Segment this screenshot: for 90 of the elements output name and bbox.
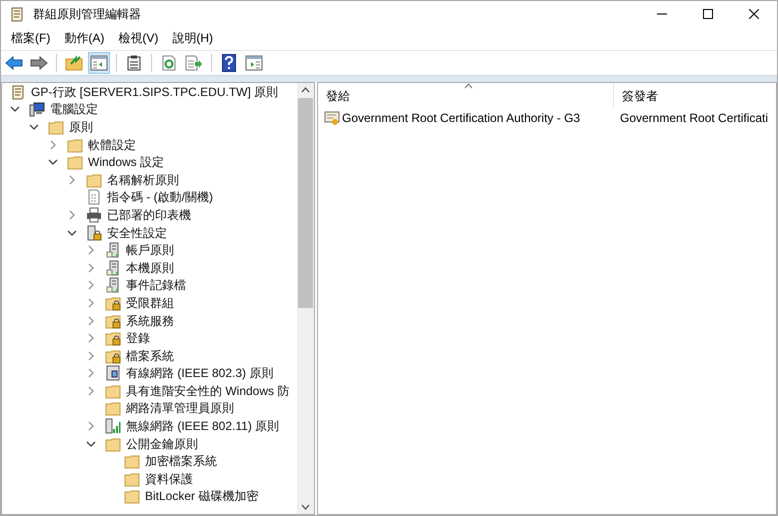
tree-item[interactable]: Windows 設定 (88, 153, 164, 172)
server-lock-icon (86, 224, 102, 241)
menu-item[interactable]: 動作(A) (57, 29, 112, 47)
printer-icon (86, 206, 102, 223)
clipboard-icon (127, 55, 141, 71)
scrollbar[interactable] (297, 83, 314, 514)
column-header[interactable]: 發給 (318, 83, 614, 107)
expand-chevron-icon[interactable] (67, 174, 77, 185)
tree-item[interactable]: GP-行政 [SERVER1.SIPS.TPC.EDU.TW] 原則 (31, 83, 278, 101)
collapse-chevron-icon[interactable] (48, 157, 58, 168)
expand-chevron-icon[interactable] (86, 316, 96, 326)
tree-item[interactable]: 有線網路 (IEEE 802.3) 原則 (126, 364, 274, 382)
expand-chevron-icon[interactable] (86, 368, 96, 378)
collapse-chevron-icon[interactable] (86, 438, 96, 449)
column-header[interactable]: 簽發者 (614, 83, 776, 107)
certificate-icon (324, 110, 340, 126)
tree-item[interactable]: 名稱解析原則 (107, 170, 179, 189)
locked-folder-icon (105, 294, 121, 311)
expand-chevron-icon[interactable] (86, 298, 96, 308)
menu-item[interactable]: 檢視(V) (111, 29, 166, 47)
toolbar-button[interactable] (88, 52, 110, 74)
scroll-icon (10, 84, 26, 100)
tree-item[interactable]: 系統服務 (126, 312, 174, 330)
tree-item[interactable]: 指令碼 - (啟動/關機) (107, 188, 213, 206)
table-cell-text: Government Root Certificati (620, 110, 768, 127)
expand-chevron-icon[interactable] (48, 140, 58, 150)
folder-icon (124, 453, 140, 470)
help-icon (222, 54, 236, 72)
refresh-icon (161, 55, 177, 71)
tree-item[interactable]: 安全性設定 (107, 224, 167, 242)
tree-item[interactable]: 已部署的印表機 (107, 206, 191, 224)
expand-chevron-icon[interactable] (86, 350, 96, 361)
maximize-icon (703, 9, 713, 19)
folder-icon (67, 154, 83, 170)
close-icon (749, 9, 759, 19)
expand-chevron-icon[interactable] (86, 386, 96, 396)
menu-item[interactable]: 檔案(F) (4, 29, 58, 47)
expand-chevron-icon[interactable] (86, 421, 96, 432)
signal-bars-icon (105, 418, 121, 434)
collapse-chevron-icon[interactable] (10, 104, 20, 114)
menu-item[interactable]: 說明(H) (165, 29, 220, 47)
tree-item[interactable]: 具有進階安全性的 Windows 防 (126, 382, 290, 400)
tree-item[interactable]: 軟體設定 (88, 136, 136, 154)
tree-item[interactable]: 帳戶原則 (126, 241, 174, 260)
expand-chevron-icon[interactable] (86, 280, 96, 290)
server-icon (105, 260, 121, 276)
locked-folder-icon (105, 312, 121, 329)
tree-item[interactable]: 網路清單管理員原則 (126, 399, 234, 418)
folder-up-icon (65, 55, 83, 71)
tree-item[interactable]: 檔案系統 (126, 346, 174, 365)
action-pane-icon (245, 55, 263, 71)
folder-icon (105, 382, 121, 399)
scroll-icon (9, 6, 25, 22)
expand-chevron-icon[interactable] (86, 262, 96, 273)
window-title: 群組原則管理編輯器 (33, 6, 141, 23)
back-arrow-icon (5, 56, 23, 70)
folder-icon (124, 470, 140, 487)
folder-icon (105, 400, 121, 416)
folder-icon (67, 136, 83, 153)
tree-item[interactable]: 原則 (69, 118, 93, 136)
collapse-chevron-icon[interactable] (67, 228, 77, 238)
tree-item[interactable]: 公開金鑰原則 (126, 434, 198, 453)
collapse-chevron-icon[interactable] (29, 122, 39, 132)
folder-icon (124, 488, 140, 504)
server-icon (105, 242, 121, 258)
expand-chevron-icon[interactable] (67, 210, 77, 220)
tree-item[interactable]: BitLocker 磁碟機加密 (145, 487, 258, 506)
expand-chevron-icon[interactable] (86, 245, 96, 256)
tree-item[interactable]: 電腦設定 (50, 100, 98, 118)
locked-folder-icon (105, 348, 121, 364)
expand-chevron-icon[interactable] (86, 333, 96, 344)
tree-item[interactable]: 事件記錄檔 (126, 276, 186, 294)
tree-item[interactable]: 資料保護 (145, 470, 193, 488)
console-tree-icon (90, 55, 108, 71)
table-cell-text: Government Root Certification Authority - G3 (342, 110, 580, 127)
tree-item[interactable]: 受限群組 (126, 294, 174, 312)
network-adapter-icon (105, 365, 121, 382)
server-icon (105, 277, 121, 294)
tree-item[interactable]: 無線網路 (IEEE 802.11) 原則 (126, 417, 280, 436)
folder-icon (105, 436, 121, 452)
computer-icon (29, 101, 45, 118)
forward-arrow-icon (30, 56, 48, 70)
locked-folder-icon (105, 330, 121, 346)
tree-item[interactable]: 本機原則 (126, 258, 174, 277)
tree-item[interactable]: 登錄 (126, 329, 150, 348)
folder-icon (86, 172, 102, 188)
document-icon (86, 189, 102, 206)
tree-item[interactable]: 加密檔案系統 (145, 452, 217, 470)
export-list-icon (185, 55, 203, 71)
folder-icon (48, 118, 64, 135)
